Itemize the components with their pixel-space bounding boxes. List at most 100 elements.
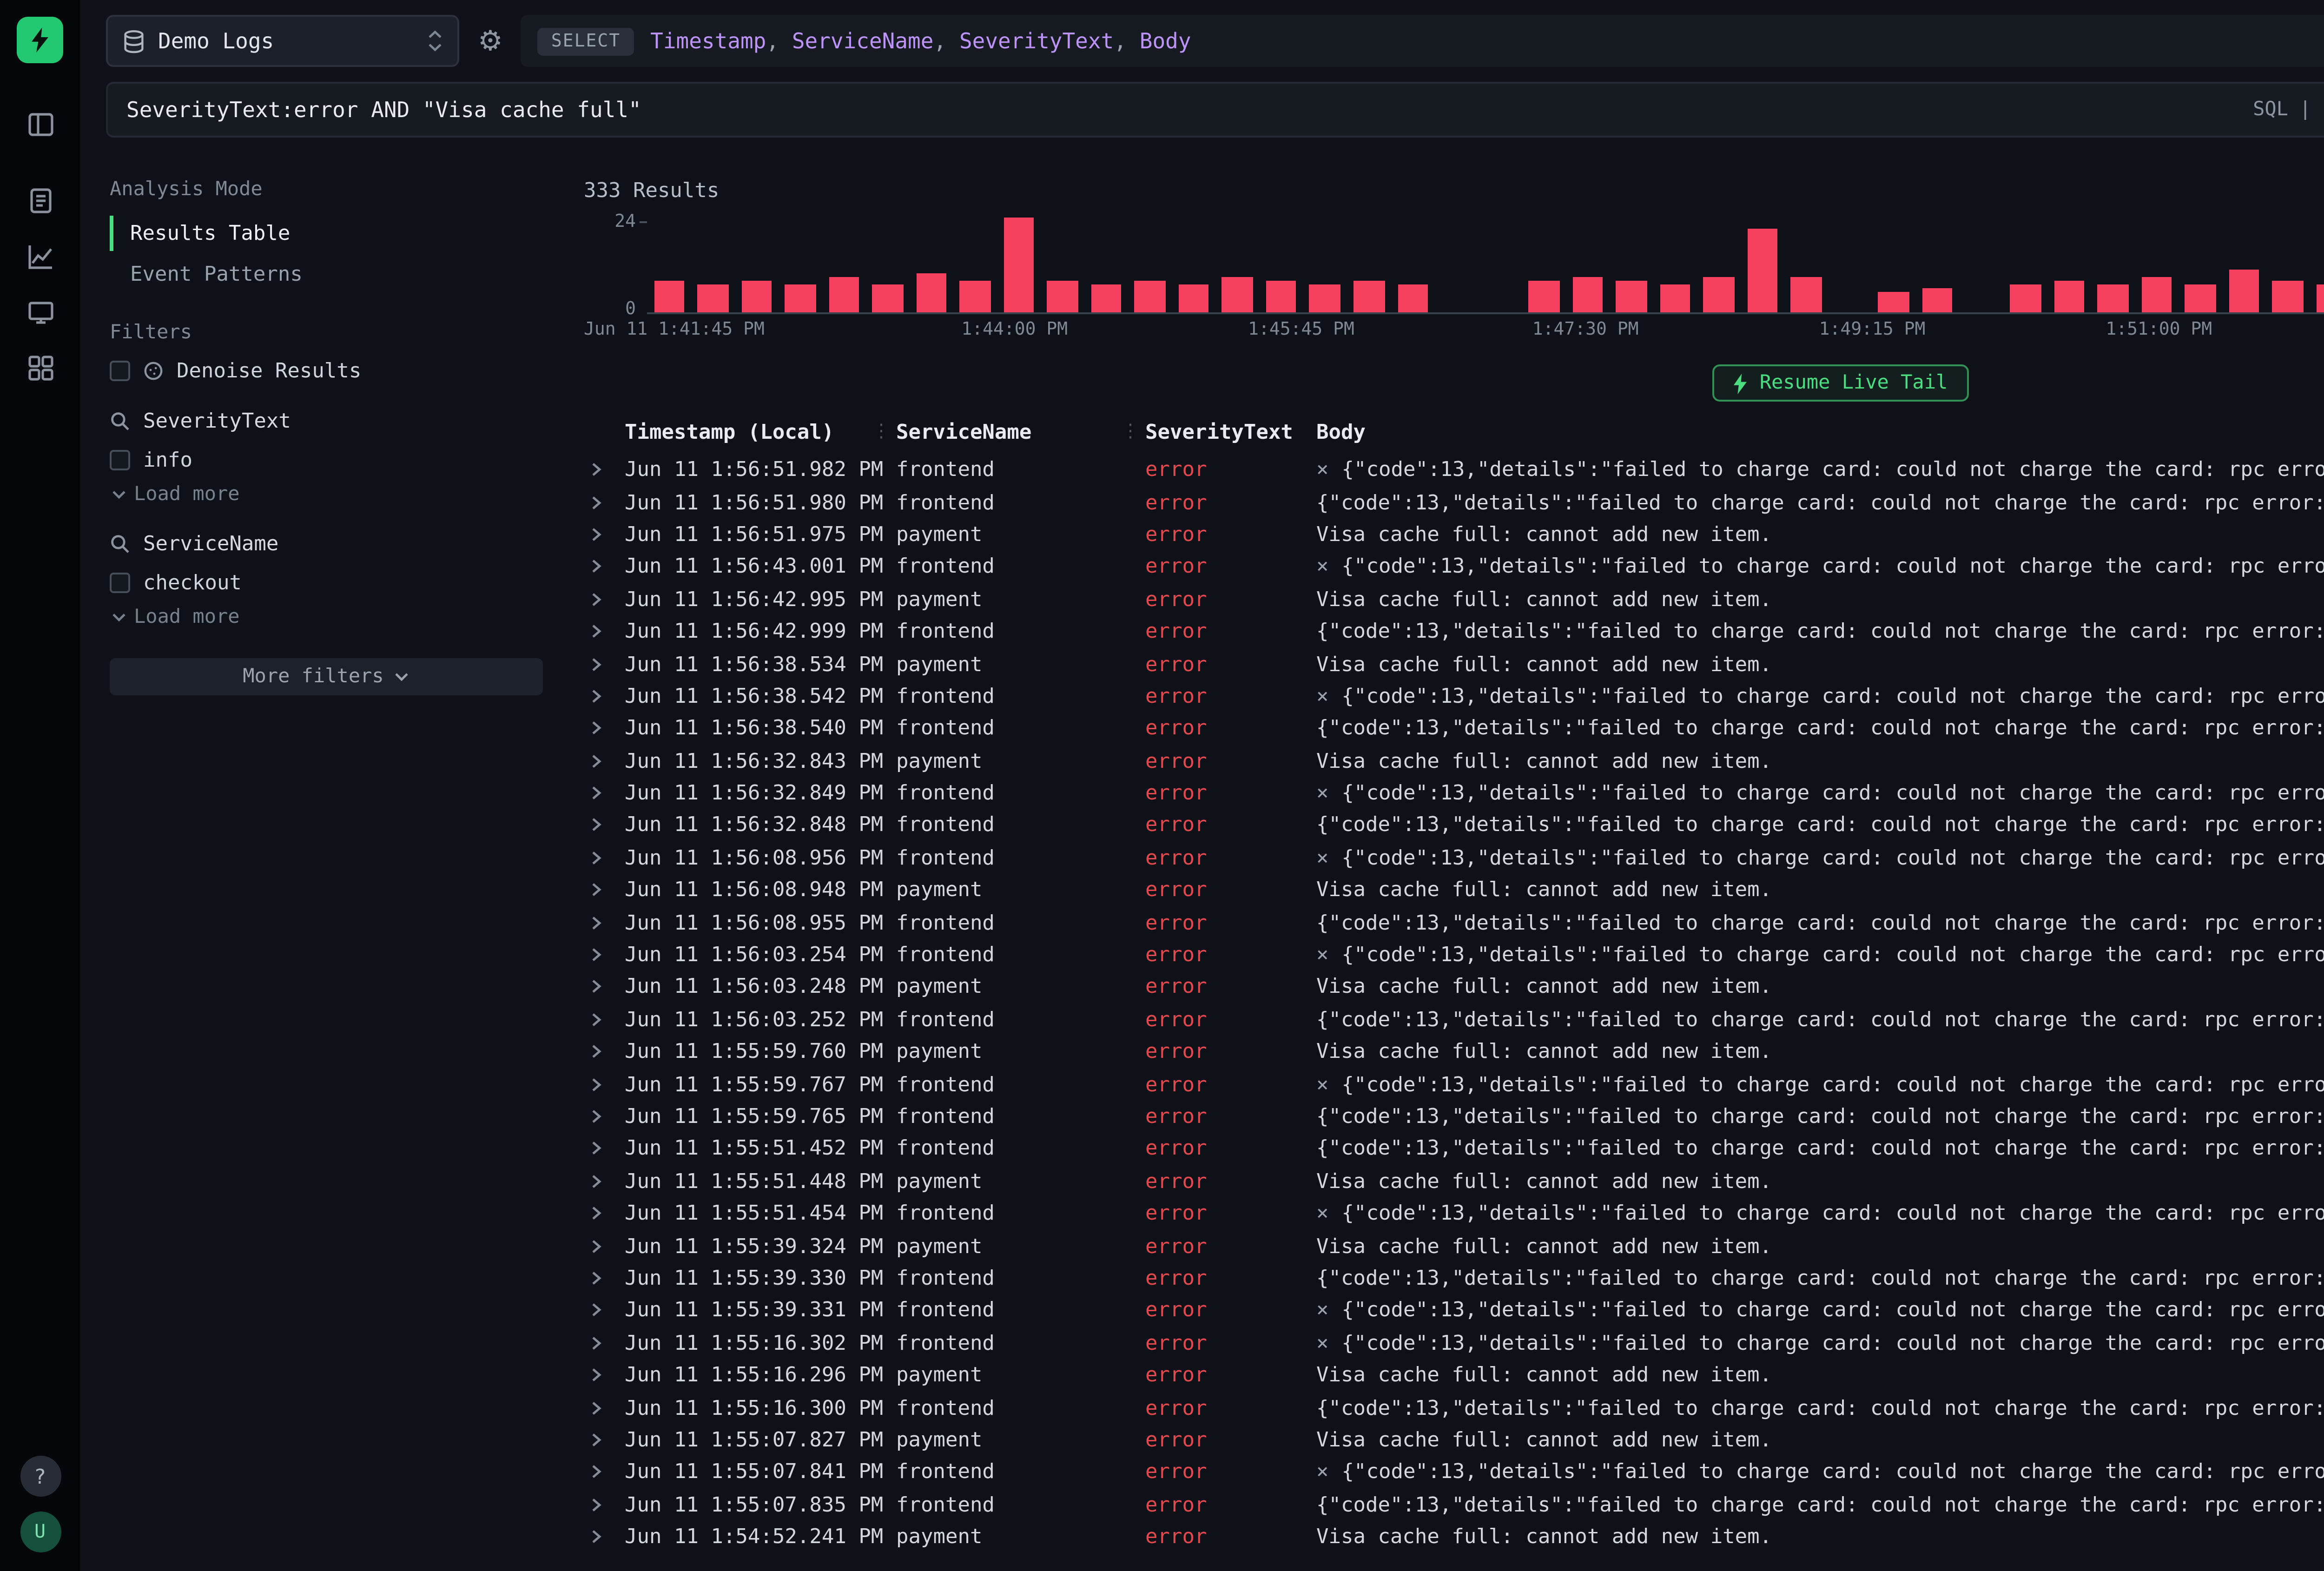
row-expander-icon[interactable] [584, 720, 625, 737]
mode-results-table[interactable]: Results Table [110, 216, 543, 251]
row-expander-icon[interactable] [584, 1141, 625, 1157]
histogram-bar[interactable] [1353, 281, 1384, 312]
histogram-bar[interactable] [697, 285, 728, 313]
histogram-bar[interactable] [1222, 277, 1253, 313]
table-row[interactable]: Jun 11 1:55:07.827 PMpaymenterrorVisa ca… [584, 1424, 2324, 1456]
search-logs-icon[interactable] [24, 184, 56, 216]
row-expander-icon[interactable] [584, 462, 625, 478]
row-expander-icon[interactable] [584, 752, 625, 769]
table-row[interactable]: Jun 11 1:55:51.454 PMfrontenderror×{"cod… [584, 1197, 2324, 1230]
table-row[interactable]: Jun 11 1:56:32.848 PMfrontenderror{"code… [584, 809, 2324, 842]
gear-icon[interactable]: ⚙ [478, 27, 503, 55]
histogram-bar[interactable] [1179, 285, 1209, 313]
histogram-bar[interactable] [1879, 293, 1909, 313]
histogram-bar[interactable] [960, 281, 990, 312]
help-button[interactable]: ? [20, 1456, 60, 1497]
table-row[interactable]: Jun 11 1:56:38.540 PMfrontenderror{"code… [584, 713, 2324, 745]
row-expander-icon[interactable] [584, 1399, 625, 1416]
histogram-bar[interactable] [829, 277, 859, 313]
table-row[interactable]: Jun 11 1:56:08.956 PMfrontenderror×{"cod… [584, 842, 2324, 874]
row-expander-icon[interactable] [584, 1108, 625, 1125]
denoise-checkbox[interactable] [110, 361, 130, 381]
histogram-bar[interactable] [2097, 285, 2128, 313]
histogram-bar[interactable] [2010, 285, 2040, 313]
histogram-bar[interactable] [1004, 218, 1034, 312]
table-row[interactable]: Jun 11 1:55:59.760 PMpaymenterrorVisa ca… [584, 1036, 2324, 1068]
checkout-checkbox[interactable] [110, 573, 130, 593]
table-row[interactable]: Jun 11 1:55:59.765 PMfrontenderror{"code… [584, 1100, 2324, 1133]
histogram-bar[interactable] [2185, 285, 2215, 313]
row-expander-icon[interactable] [584, 914, 625, 931]
row-expander-icon[interactable] [584, 1043, 625, 1060]
row-expander-icon[interactable] [584, 1528, 625, 1545]
histogram-bar[interactable] [1135, 281, 1165, 312]
table-row[interactable]: Jun 11 1:56:38.534 PMpaymenterrorVisa ca… [584, 647, 2324, 680]
column-resize-grip[interactable]: ⋮ [1116, 421, 1145, 442]
row-expander-icon[interactable] [584, 623, 625, 640]
row-expander-icon[interactable] [584, 1496, 625, 1513]
app-logo-icon[interactable] [17, 17, 63, 63]
resume-live-tail-button[interactable]: Resume Live Tail [1713, 364, 1968, 402]
mode-sql[interactable]: SQL [2253, 99, 2288, 121]
histogram-bar[interactable] [872, 285, 903, 313]
filter-option-checkout[interactable]: checkout [110, 571, 543, 595]
table-row[interactable]: Jun 11 1:56:51.982 PMfrontenderror×{"cod… [584, 454, 2324, 486]
histogram-bar[interactable] [2141, 277, 2172, 313]
sessions-icon[interactable] [24, 296, 56, 327]
table-row[interactable]: Jun 11 1:56:32.843 PMpaymenterrorVisa ca… [584, 745, 2324, 777]
info-checkbox[interactable] [110, 450, 130, 470]
histogram-bar[interactable] [1266, 281, 1297, 312]
table-row[interactable]: Jun 11 1:55:16.302 PMfrontenderror×{"cod… [584, 1327, 2324, 1359]
table-row[interactable]: Jun 11 1:56:03.252 PMfrontenderror{"code… [584, 1003, 2324, 1036]
row-expander-icon[interactable] [584, 1237, 625, 1254]
row-expander-icon[interactable] [584, 817, 625, 834]
table-row[interactable]: Jun 11 1:56:51.975 PMpaymenterrorVisa ca… [584, 518, 2324, 551]
row-expander-icon[interactable] [584, 850, 625, 866]
row-expander-icon[interactable] [584, 688, 625, 705]
table-row[interactable]: Jun 11 1:56:42.995 PMpaymenterrorVisa ca… [584, 583, 2324, 615]
load-more-severitytext[interactable]: Load more [112, 483, 543, 506]
row-expander-icon[interactable] [584, 1302, 625, 1319]
row-expander-icon[interactable] [584, 979, 625, 996]
select-clause-input[interactable]: SELECT Timestamp, ServiceName, SeverityT… [522, 15, 2324, 67]
row-expander-icon[interactable] [584, 1432, 625, 1448]
histogram-bar[interactable] [1747, 230, 1778, 313]
histogram-bar[interactable] [1047, 281, 1078, 312]
row-expander-icon[interactable] [584, 1334, 625, 1351]
row-expander-icon[interactable] [584, 1464, 625, 1480]
histogram-bar[interactable] [2316, 285, 2324, 313]
histogram-bar[interactable] [654, 281, 684, 312]
row-expander-icon[interactable] [584, 1270, 625, 1287]
table-row[interactable]: Jun 11 1:55:39.324 PMpaymenterrorVisa ca… [584, 1230, 2324, 1262]
table-row[interactable]: Jun 11 1:56:03.254 PMfrontenderror×{"cod… [584, 938, 2324, 971]
histogram-bar[interactable] [1703, 277, 1734, 313]
source-select[interactable]: Demo Logs [106, 15, 459, 67]
row-expander-icon[interactable] [584, 655, 625, 672]
histogram-bar[interactable] [1091, 285, 1122, 313]
denoise-filter-row[interactable]: Denoise Results [110, 359, 543, 383]
row-expander-icon[interactable] [584, 526, 625, 543]
col-header-body[interactable]: Body [1316, 419, 1366, 443]
table-row[interactable]: Jun 11 1:55:39.331 PMfrontenderror×{"cod… [584, 1294, 2324, 1327]
more-filters-button[interactable]: More filters [110, 658, 543, 695]
row-expander-icon[interactable] [584, 785, 625, 801]
table-row[interactable]: Jun 11 1:55:16.300 PMfrontenderror{"code… [584, 1391, 2324, 1424]
histogram-bar[interactable] [1660, 285, 1690, 313]
histogram-bar[interactable] [785, 285, 815, 313]
histogram-bar[interactable] [1529, 281, 1559, 312]
table-row[interactable]: Jun 11 1:55:59.767 PMfrontenderror×{"cod… [584, 1068, 2324, 1101]
panels-icon[interactable] [24, 108, 56, 139]
load-more-servicename[interactable]: Load more [112, 606, 543, 628]
histogram-bar[interactable] [1791, 277, 1822, 313]
table-row[interactable]: Jun 11 1:56:03.248 PMpaymenterrorVisa ca… [584, 971, 2324, 1003]
table-row[interactable]: Jun 11 1:54:52.241 PMpaymenterrorVisa ca… [584, 1521, 2324, 1553]
table-row[interactable]: Jun 11 1:56:42.999 PMfrontenderror{"code… [584, 615, 2324, 648]
histogram-bar[interactable] [1922, 289, 1953, 312]
filter-option-info[interactable]: info [110, 448, 543, 472]
col-header-severitytext[interactable]: SeverityText [1145, 419, 1293, 443]
table-row[interactable]: Jun 11 1:55:39.330 PMfrontenderror{"code… [584, 1262, 2324, 1294]
table-row[interactable]: Jun 11 1:55:51.448 PMpaymenterrorVisa ca… [584, 1165, 2324, 1197]
histogram-bar[interactable] [1572, 277, 1603, 313]
row-expander-icon[interactable] [584, 1076, 625, 1092]
histogram-bar[interactable] [1616, 281, 1647, 312]
